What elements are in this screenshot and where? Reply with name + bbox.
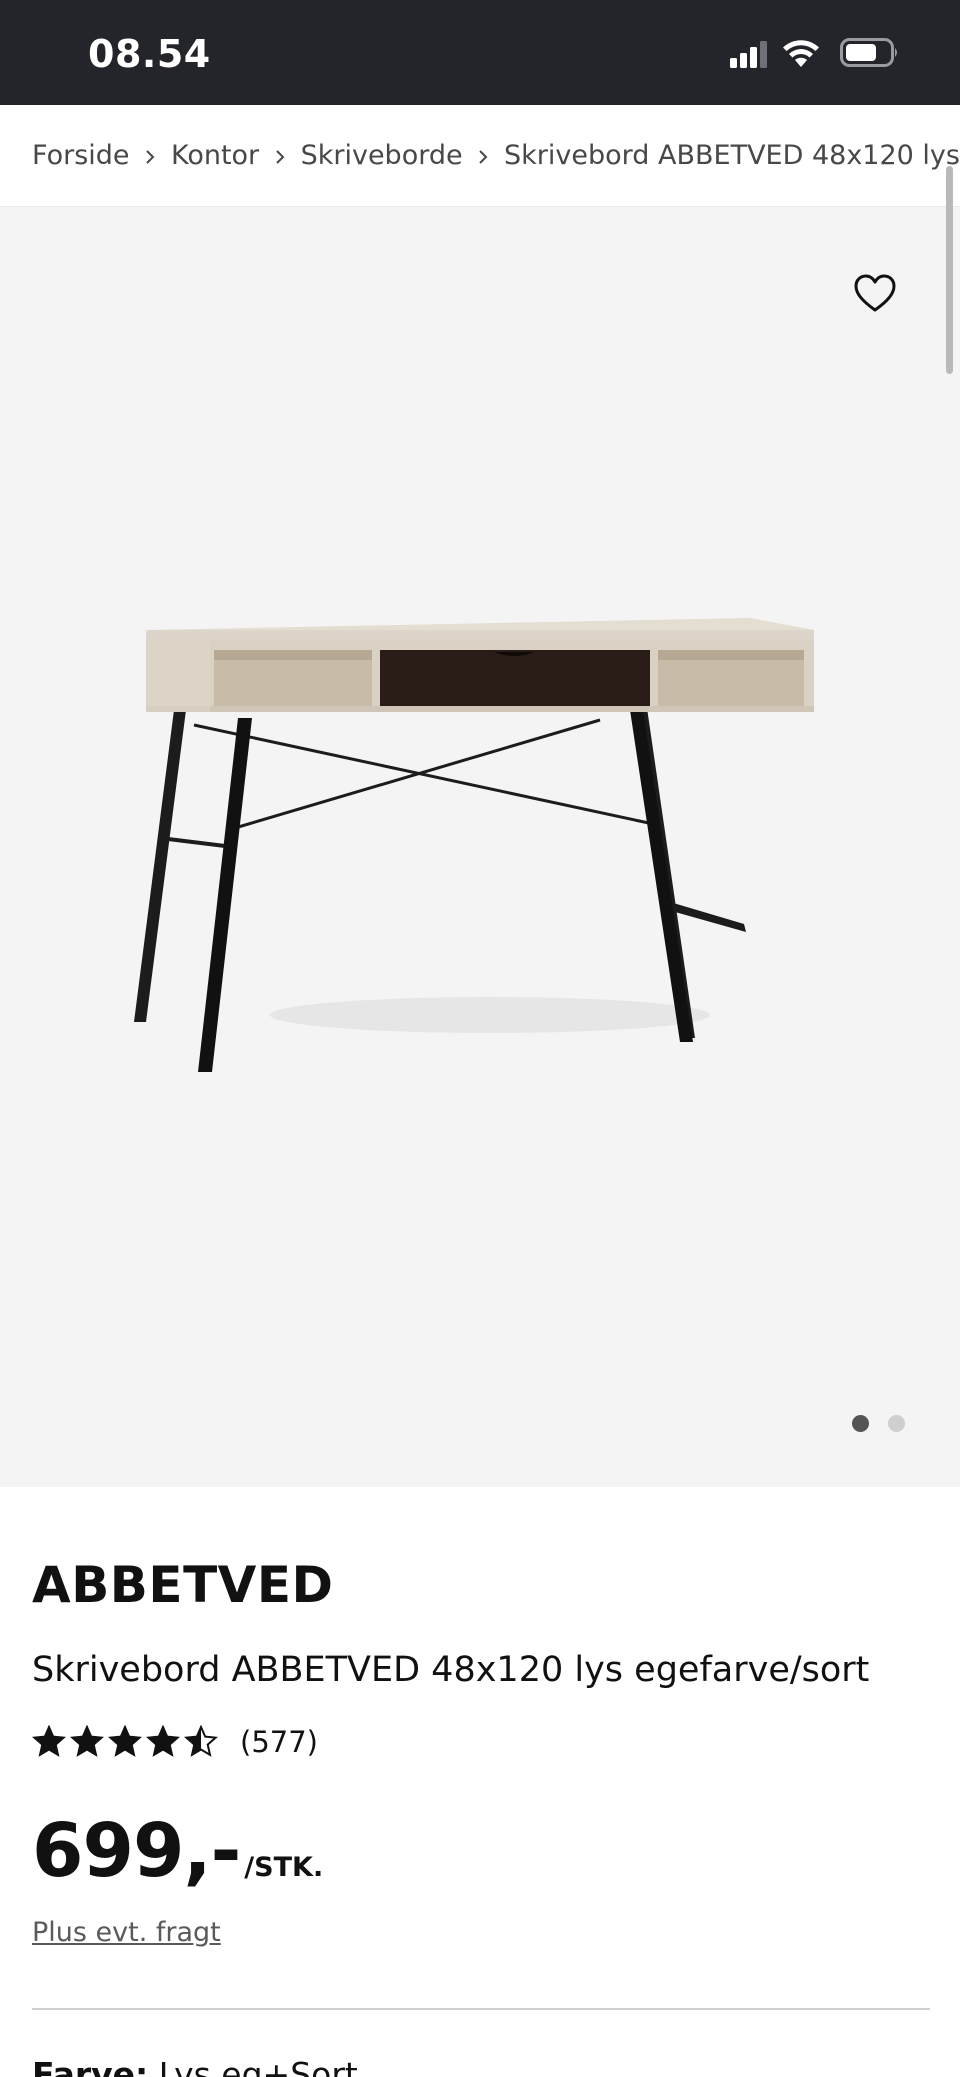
- wifi-icon: [783, 40, 819, 67]
- breadcrumb-item-skriveborde[interactable]: Skriveborde: [301, 140, 463, 171]
- product-price: 699,-: [32, 1808, 241, 1894]
- breadcrumb-item-forside[interactable]: Forside: [32, 140, 130, 171]
- product-page: 08.54 Forside Kontor Skriveborde Skriveb…: [0, 0, 960, 2077]
- divider: [32, 2008, 930, 2010]
- breadcrumb-item-current: Skrivebord ABBETVED 48x120 lys: [504, 140, 960, 171]
- favorite-button[interactable]: [851, 270, 899, 318]
- chevron-right-icon: [259, 140, 300, 171]
- breadcrumb: Forside Kontor Skriveborde Skrivebord AB…: [0, 105, 960, 207]
- pagination-dot-2[interactable]: [888, 1415, 905, 1432]
- breadcrumb-item-kontor[interactable]: Kontor: [171, 140, 259, 171]
- pagination-dot-1[interactable]: [852, 1415, 869, 1432]
- product-name: Skrivebord ABBETVED 48x120 lys egefarve/…: [32, 1650, 870, 1690]
- chevron-right-icon: [463, 140, 504, 171]
- color-label: Farve:: [32, 2055, 149, 2077]
- color-value: Lys eg+Sort: [148, 2055, 358, 2077]
- price-unit: /STK.: [244, 1852, 324, 1883]
- product-rating[interactable]: (577): [32, 1722, 318, 1762]
- heart-outline-icon: [854, 274, 896, 312]
- star-full-icon: [108, 1725, 142, 1757]
- cellular-signal-icon: [730, 41, 767, 68]
- shipping-link[interactable]: Plus evt. fragt: [32, 1917, 221, 1948]
- product-image[interactable]: [130, 590, 830, 1090]
- status-time: 08.54: [88, 32, 211, 76]
- price-row: 699,- /STK.: [32, 1808, 323, 1894]
- star-full-icon: [146, 1725, 180, 1757]
- chevron-right-icon: [130, 140, 171, 171]
- scrollbar-thumb[interactable]: [946, 166, 953, 374]
- rating-stars: [32, 1725, 218, 1759]
- status-bar: 08.54: [0, 0, 960, 105]
- product-brand: ABBETVED: [32, 1556, 334, 1614]
- color-selector[interactable]: Farve: Lys eg+Sort: [32, 2055, 358, 2077]
- star-half-icon: [184, 1725, 218, 1757]
- battery-icon: [840, 38, 897, 67]
- star-full-icon: [70, 1725, 104, 1757]
- review-count[interactable]: (577): [240, 1725, 318, 1759]
- star-full-icon: [32, 1725, 66, 1757]
